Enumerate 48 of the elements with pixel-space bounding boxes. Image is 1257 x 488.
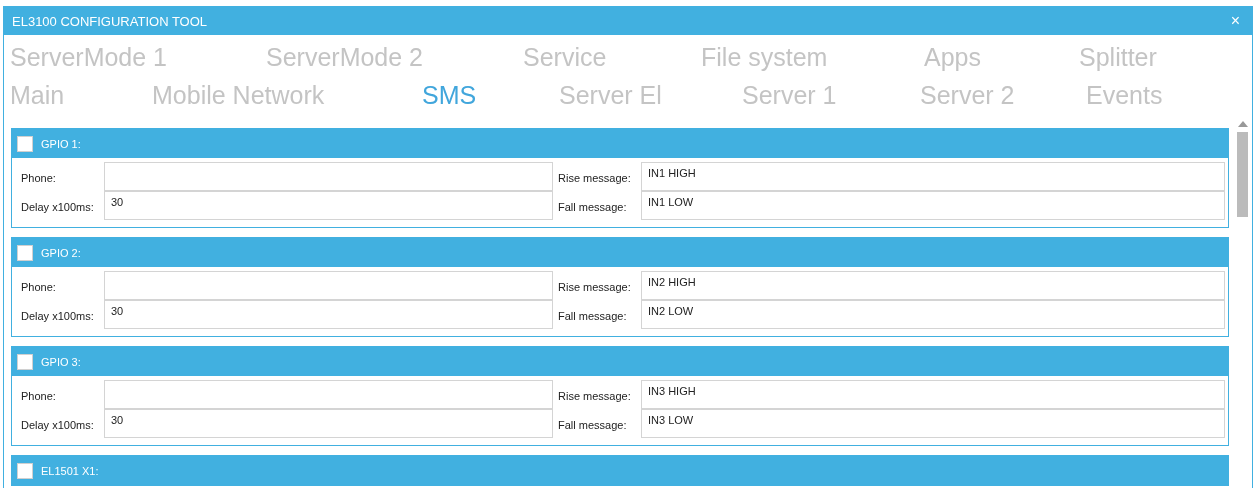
field-label: Delay x100ms: <box>20 309 95 322</box>
checkbox[interactable] <box>17 135 33 152</box>
input-field[interactable]: 30 <box>104 191 553 220</box>
tab[interactable]: Server 1 <box>742 80 837 110</box>
input-field[interactable] <box>104 271 553 300</box>
checkbox[interactable] <box>17 353 33 370</box>
tab[interactable]: SMS <box>422 80 477 110</box>
group-title: EL1501 X1: <box>41 464 99 477</box>
tab[interactable]: ServerMode 1 <box>10 42 168 72</box>
tab[interactable]: Mobile Network <box>152 80 325 110</box>
field-label: Fall message: <box>557 418 628 431</box>
tab[interactable]: ServerMode 2 <box>266 42 424 72</box>
field-label: Phone: <box>20 171 57 184</box>
tab[interactable]: Server 2 <box>920 80 1015 110</box>
input-field[interactable]: IN1 HIGH <box>641 162 1225 191</box>
input-field[interactable]: IN2 LOW <box>641 300 1225 329</box>
field-label: Fall message: <box>557 200 628 213</box>
tab[interactable]: Main <box>10 80 65 110</box>
group-title: GPIO 1: <box>41 137 81 150</box>
field-label: Rise message: <box>557 389 632 402</box>
checkbox[interactable] <box>17 462 33 479</box>
input-field[interactable]: 30 <box>104 409 553 438</box>
close-button[interactable]: × <box>1228 12 1242 30</box>
tab[interactable]: File system <box>701 42 828 72</box>
input-field[interactable]: IN3 LOW <box>641 409 1225 438</box>
tab[interactable]: Events <box>1086 80 1163 110</box>
field-label: Delay x100ms: <box>20 418 95 431</box>
group-title: GPIO 2: <box>41 246 81 259</box>
field-label: Delay x100ms: <box>20 200 95 213</box>
field-label: Fall message: <box>557 309 628 322</box>
scrollbar-thumb[interactable] <box>1237 132 1248 217</box>
input-field[interactable]: 30 <box>104 300 553 329</box>
field-label: Rise message: <box>557 171 632 184</box>
tab[interactable]: Server El <box>559 80 662 110</box>
group-title: GPIO 3: <box>41 355 81 368</box>
field-label: Phone: <box>20 389 57 402</box>
input-field[interactable]: IN3 HIGH <box>641 380 1225 409</box>
tab[interactable]: Apps <box>924 42 981 72</box>
input-field[interactable]: IN2 HIGH <box>641 271 1225 300</box>
tab[interactable]: Splitter <box>1079 42 1157 72</box>
window-title: EL3100 CONFIGURATION TOOL <box>12 13 208 29</box>
checkbox[interactable] <box>17 244 33 261</box>
input-field[interactable] <box>104 380 553 409</box>
field-label: Phone: <box>20 280 57 293</box>
field-label: Rise message: <box>557 280 632 293</box>
tab[interactable]: Service <box>523 42 607 72</box>
input-field[interactable] <box>104 162 553 191</box>
input-field[interactable]: IN1 LOW <box>641 191 1225 220</box>
